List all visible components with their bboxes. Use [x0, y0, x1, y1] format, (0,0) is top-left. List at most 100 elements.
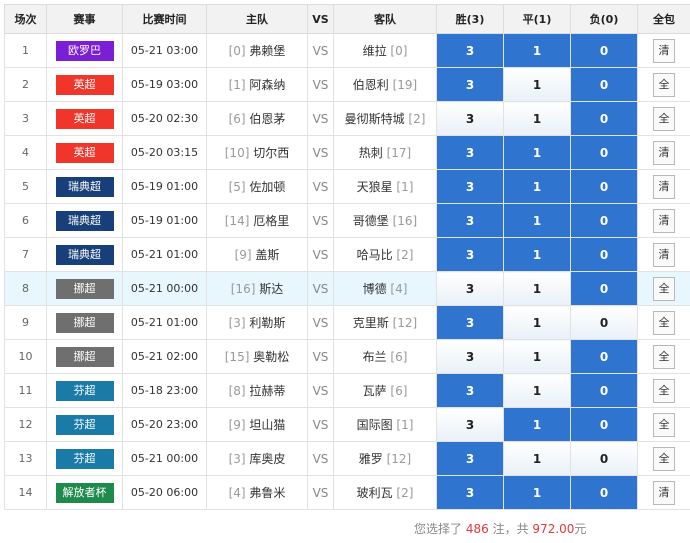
win-option[interactable]: 3 [436, 203, 504, 238]
win-option[interactable]: 3 [436, 441, 504, 476]
bundle-button[interactable]: 全 [653, 276, 675, 301]
vs-label: VS [307, 33, 334, 68]
bundle-cell: 清 [637, 203, 690, 238]
win-option[interactable]: 3 [436, 237, 504, 272]
loss-option[interactable]: 0 [570, 101, 638, 136]
win-option[interactable]: 3 [436, 305, 504, 340]
header-bundle: 全包 [637, 4, 690, 34]
win-option[interactable]: 3 [436, 67, 504, 102]
away-team-cell: 维拉 [0] [333, 33, 437, 68]
win-option[interactable]: 3 [436, 135, 504, 170]
match-index: 11 [4, 373, 47, 408]
away-rank: [17] [386, 146, 412, 160]
bundle-button[interactable]: 全 [653, 378, 675, 403]
header-draw: 平(1) [503, 4, 571, 34]
draw-option[interactable]: 1 [503, 271, 571, 306]
match-time: 05-20 02:30 [122, 101, 207, 136]
home-team-cell: [6] 伯恩茅 [206, 101, 308, 136]
match-row: 12 芬超 05-20 23:00 [9] 坦山猫 VS 国际图 [1] 3 1 0 全 [4, 407, 690, 442]
loss-option[interactable]: 0 [570, 441, 638, 476]
home-team-cell: [1] 阿森纳 [206, 67, 308, 102]
match-index: 13 [4, 441, 47, 476]
win-option[interactable]: 3 [436, 101, 504, 136]
match-time: 05-18 23:00 [122, 373, 207, 408]
league-badge: 芬超 [55, 414, 114, 435]
bundle-cell: 全 [637, 67, 690, 102]
win-option[interactable]: 3 [436, 475, 504, 510]
draw-option[interactable]: 1 [503, 441, 571, 476]
bundle-button[interactable]: 全 [653, 72, 675, 97]
league-cell: 挪超 [46, 271, 123, 306]
draw-option[interactable]: 1 [503, 67, 571, 102]
draw-option[interactable]: 1 [503, 203, 571, 238]
away-team: 国际图 [356, 418, 393, 432]
loss-option[interactable]: 0 [570, 169, 638, 204]
bundle-button[interactable]: 清 [653, 38, 675, 63]
bundle-button[interactable]: 全 [653, 412, 675, 437]
bundle-cell: 清 [637, 237, 690, 272]
draw-option[interactable]: 1 [503, 33, 571, 68]
draw-option[interactable]: 1 [503, 237, 571, 272]
win-option[interactable]: 3 [436, 407, 504, 442]
home-team-cell: [15] 奥勒松 [206, 339, 308, 374]
away-team-cell: 曼彻斯特城 [2] [333, 101, 437, 136]
loss-option[interactable]: 0 [570, 305, 638, 340]
home-team-cell: [10] 切尔西 [206, 135, 308, 170]
match-time: 05-21 01:00 [122, 305, 207, 340]
loss-option[interactable]: 0 [570, 67, 638, 102]
draw-option[interactable]: 1 [503, 305, 571, 340]
selection-summary: 您选择了 486 注，共 972.00元 [414, 520, 586, 537]
bundle-button[interactable]: 全 [653, 310, 675, 335]
loss-option[interactable]: 0 [570, 271, 638, 306]
away-rank: [6] [390, 350, 408, 364]
loss-option[interactable]: 0 [570, 237, 638, 272]
match-time: 05-20 03:15 [122, 135, 207, 170]
vs-label: VS [307, 67, 334, 102]
match-time: 05-19 01:00 [122, 203, 207, 238]
bundle-button[interactable]: 全 [653, 344, 675, 369]
loss-option[interactable]: 0 [570, 203, 638, 238]
draw-option[interactable]: 1 [503, 475, 571, 510]
league-badge: 芬超 [55, 380, 114, 401]
bundle-button[interactable]: 清 [653, 174, 675, 199]
away-rank: [12] [392, 316, 418, 330]
draw-option[interactable]: 1 [503, 101, 571, 136]
win-option[interactable]: 3 [436, 33, 504, 68]
bundle-cell: 全 [637, 441, 690, 476]
match-rows: 1 欧罗巴 05-21 03:00 [0] 弗赖堡 VS 维拉 [0] 3 1 0 清 2 英超 05-… [4, 33, 690, 510]
match-index: 5 [4, 169, 47, 204]
draw-option[interactable]: 1 [503, 373, 571, 408]
bundle-button[interactable]: 清 [653, 208, 675, 233]
match-index: 14 [4, 475, 47, 510]
loss-option[interactable]: 0 [570, 373, 638, 408]
bundle-button[interactable]: 全 [653, 446, 675, 471]
win-option[interactable]: 3 [436, 271, 504, 306]
loss-option[interactable]: 0 [570, 33, 638, 68]
home-team: 斯达 [259, 282, 284, 296]
bundle-button[interactable]: 全 [653, 106, 675, 131]
match-index: 6 [4, 203, 47, 238]
home-rank: [15] [224, 350, 250, 364]
draw-option[interactable]: 1 [503, 407, 571, 442]
win-option[interactable]: 3 [436, 339, 504, 374]
loss-option[interactable]: 0 [570, 475, 638, 510]
match-row: 13 芬超 05-21 00:00 [3] 库奥皮 VS 雅罗 [12] 3 1 0 全 [4, 441, 690, 476]
league-cell: 芬超 [46, 441, 123, 476]
loss-option[interactable]: 0 [570, 339, 638, 374]
draw-option[interactable]: 1 [503, 339, 571, 374]
bundle-cell: 清 [637, 33, 690, 68]
loss-option[interactable]: 0 [570, 407, 638, 442]
bundle-cell: 全 [637, 305, 690, 340]
bundle-button[interactable]: 清 [653, 140, 675, 165]
bundle-button[interactable]: 清 [653, 480, 675, 505]
draw-option[interactable]: 1 [503, 169, 571, 204]
summary-prefix: 您选择了 [414, 522, 463, 536]
win-option[interactable]: 3 [436, 169, 504, 204]
match-time: 05-21 03:00 [122, 33, 207, 68]
draw-option[interactable]: 1 [503, 135, 571, 170]
vs-label: VS [307, 475, 334, 510]
win-option[interactable]: 3 [436, 373, 504, 408]
bundle-button[interactable]: 清 [653, 242, 675, 267]
loss-option[interactable]: 0 [570, 135, 638, 170]
league-cell: 挪超 [46, 339, 123, 374]
